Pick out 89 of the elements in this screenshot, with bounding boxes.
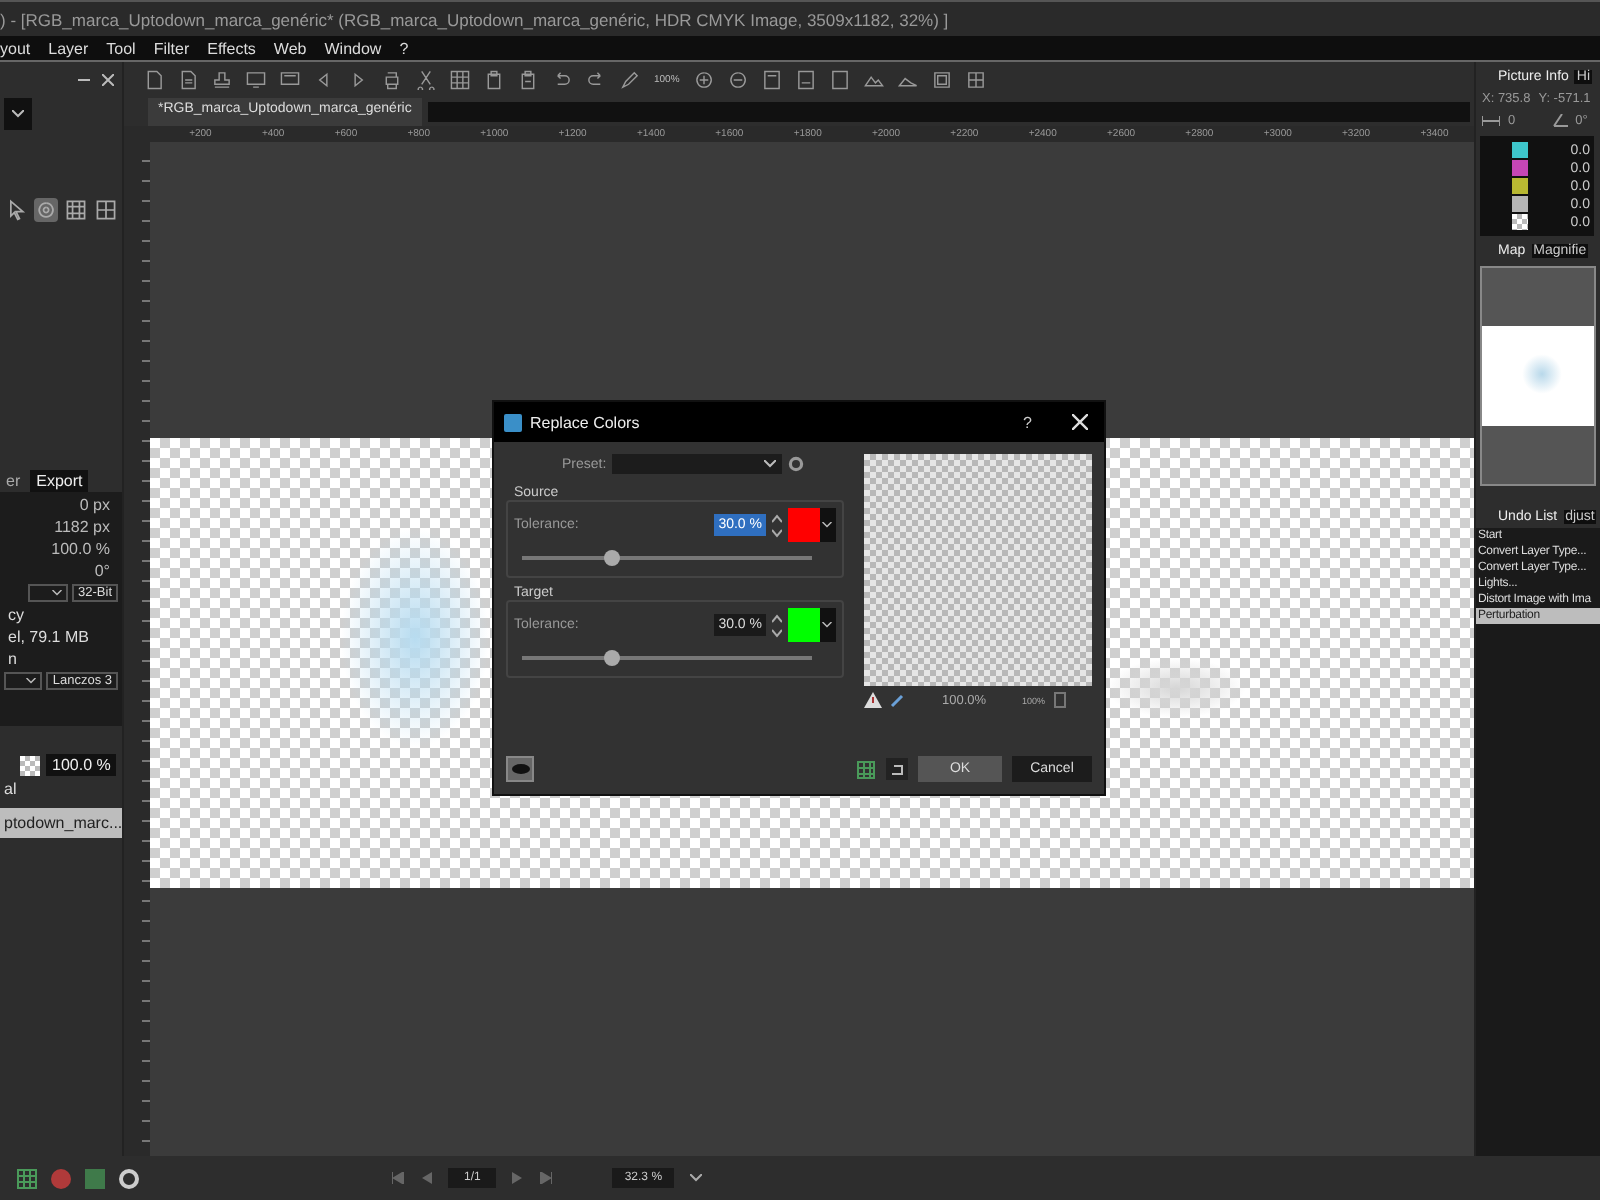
menu-item[interactable]: ? <box>399 39 409 57</box>
dialog-title: Replace Colors <box>530 413 642 431</box>
app-icon <box>504 413 522 431</box>
undo-icon[interactable] <box>552 70 572 90</box>
value-field[interactable]: 0 px <box>79 496 118 514</box>
width-icon <box>1482 116 1500 126</box>
frame-icon[interactable] <box>965 70 986 90</box>
monitor-icon[interactable] <box>246 70 266 90</box>
clipboard-icon[interactable] <box>484 70 504 90</box>
dropdown[interactable] <box>4 672 43 690</box>
transparency-icon <box>20 755 40 775</box>
spinner-icon[interactable] <box>772 613 782 637</box>
blurred-shape-drawing <box>1106 658 1246 718</box>
document-icon[interactable] <box>144 70 164 90</box>
menu-item[interactable]: yout <box>0 39 31 57</box>
info-text: n <box>6 650 17 668</box>
spinner-icon[interactable] <box>772 513 782 537</box>
stack-entry[interactable]: ptodown_marc... <box>0 808 122 838</box>
dropdown[interactable] <box>28 584 69 602</box>
mountain-icon[interactable] <box>863 70 884 90</box>
warning-icon[interactable] <box>864 692 882 708</box>
caret-icon <box>12 110 24 118</box>
slider-thumb[interactable] <box>603 550 620 566</box>
menu-item[interactable]: Layer <box>48 39 89 57</box>
arrow-right-icon[interactable] <box>348 70 368 90</box>
window-title: ) - [RGB_marca_Uptodown_marca_genéric* (RGB_marca_Uptodown_marca_genéric, HDR CMYK Image, 3509x1182, 32%) ] <box>0 9 949 29</box>
info-text: el, 79.1 MB <box>6 628 89 646</box>
zoom-out-icon[interactable] <box>727 70 748 90</box>
grid-icon[interactable] <box>94 198 118 222</box>
caret-icon <box>822 622 832 628</box>
angle-icon <box>1551 114 1568 128</box>
menu-item[interactable]: Window <box>324 39 382 57</box>
grid-icon[interactable] <box>64 198 88 222</box>
caret-icon <box>26 678 37 684</box>
grid-icon[interactable] <box>856 759 876 779</box>
page-icon[interactable] <box>795 70 816 90</box>
scissors-icon[interactable] <box>416 70 436 90</box>
monitor-icon[interactable] <box>280 70 300 90</box>
panel-tab[interactable]: Export <box>30 470 89 492</box>
transparency-swatch <box>1512 214 1528 230</box>
panel-tab[interactable]: er <box>0 470 27 492</box>
image-icon[interactable] <box>84 1167 106 1189</box>
caret-icon <box>822 522 832 528</box>
menu-item[interactable]: Tool <box>106 39 136 57</box>
color-dropdown[interactable] <box>4 98 32 130</box>
value-field[interactable]: 0° <box>94 562 118 580</box>
caret-icon <box>52 590 63 596</box>
zoom-in-icon[interactable] <box>693 70 714 90</box>
first-page-icon[interactable] <box>392 1172 404 1184</box>
page-icon[interactable] <box>1053 692 1066 708</box>
page-icon[interactable] <box>829 70 850 90</box>
blend-mode-label: al <box>2 780 17 798</box>
eyedropper-icon[interactable] <box>890 692 906 708</box>
undo-icon <box>889 761 905 777</box>
pencil-icon[interactable] <box>620 70 640 90</box>
menu-item[interactable]: Filter <box>153 39 190 57</box>
last-page-icon[interactable] <box>540 1172 553 1184</box>
close-icon[interactable] <box>102 74 114 86</box>
value-field[interactable]: 1182 px <box>54 518 118 536</box>
redo-icon[interactable] <box>586 70 606 90</box>
caret-icon <box>764 460 777 468</box>
next-page-icon[interactable] <box>512 1172 525 1184</box>
grid-icon[interactable] <box>16 1167 38 1189</box>
info-text: cy <box>6 606 24 624</box>
menu-item[interactable]: Web <box>273 39 307 57</box>
grid-icon[interactable] <box>450 70 470 90</box>
arrow-cursor-icon[interactable] <box>4 198 28 222</box>
slider-thumb[interactable] <box>603 650 620 666</box>
value-field[interactable]: 100.0 % <box>51 540 118 558</box>
caret-icon[interactable] <box>690 1174 703 1182</box>
document-icon[interactable] <box>178 70 198 90</box>
eye-button[interactable] <box>506 756 534 782</box>
arrow-left-icon[interactable] <box>314 70 334 90</box>
help-button[interactable]: ? <box>1023 413 1032 431</box>
close-icon[interactable] <box>1072 414 1088 430</box>
eye-icon <box>511 764 529 774</box>
map-preview[interactable] <box>1480 266 1596 486</box>
reset-button[interactable] <box>886 758 908 780</box>
color-picker[interactable] <box>788 608 836 642</box>
clipboard-icon[interactable] <box>518 70 538 90</box>
printer-icon[interactable] <box>382 70 402 90</box>
minimize-icon[interactable] <box>78 74 90 86</box>
color-picker[interactable] <box>788 508 836 542</box>
previous-page-icon[interactable] <box>420 1172 432 1184</box>
opacity-field[interactable]: 100.0 % <box>46 754 117 776</box>
frame-icon[interactable] <box>931 70 952 90</box>
menu-item[interactable]: Effects <box>207 39 256 57</box>
stamp-icon[interactable] <box>212 70 232 90</box>
page-icon[interactable] <box>761 70 782 90</box>
